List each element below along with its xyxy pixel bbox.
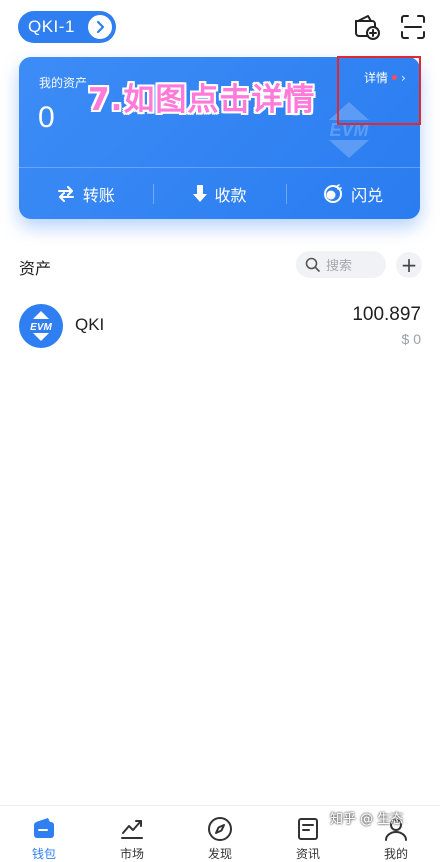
swap-icon	[324, 183, 343, 203]
nav-item-market[interactable]: 市场	[88, 806, 176, 862]
nav-label-profile: 我的	[383, 847, 408, 861]
search-placeholder: 搜索	[326, 259, 353, 274]
annotation-text: 7.如图点击详情	[88, 82, 316, 118]
card-actions: 转账 收款 闪兑	[19, 168, 420, 219]
nav-item-wallet[interactable]: 钱包	[0, 806, 88, 862]
scan-icon[interactable]	[398, 12, 428, 42]
nav-label-wallet: 钱包	[31, 847, 56, 861]
chevron-right-icon	[88, 15, 112, 39]
evm-token-icon: EVM	[19, 304, 63, 348]
wallet-switcher[interactable]: QKI-1	[18, 11, 116, 43]
zhihu-watermark: 知乎 @ 生态	[330, 812, 404, 827]
add-asset-button[interactable]: +	[396, 252, 422, 278]
top-bar: QKI-1	[0, 0, 440, 56]
wallet-icon	[34, 818, 54, 838]
swap-button[interactable]: 闪兑	[286, 168, 420, 219]
assets-title: 资产	[19, 259, 52, 278]
transfer-label: 转账	[82, 185, 115, 205]
news-icon	[298, 818, 318, 840]
add-wallet-icon[interactable]	[352, 12, 382, 42]
asset-search-input[interactable]: 搜索	[296, 251, 386, 278]
annotation-highlight-box	[337, 56, 421, 125]
token-amount: 100.897	[352, 304, 421, 325]
token-fiat-value: $ 0	[401, 331, 421, 347]
nav-label-discover: 发现	[207, 847, 232, 861]
svg-text:EVM: EVM	[30, 322, 52, 333]
transfer-button[interactable]: 转账	[19, 168, 153, 219]
compass-icon	[208, 817, 232, 841]
token-row[interactable]: EVM QKI 100.897 $ 0	[0, 300, 440, 356]
total-assets-value: 0	[38, 101, 55, 134]
plus-icon: +	[400, 253, 418, 277]
receive-button[interactable]: 收款	[152, 168, 287, 219]
wallet-name: QKI-1	[28, 17, 75, 36]
receive-label: 收款	[214, 185, 247, 205]
nav-label-news: 资讯	[295, 847, 320, 861]
receive-icon	[192, 184, 207, 202]
token-name: QKI	[75, 315, 105, 334]
nav-label-market: 市场	[119, 847, 144, 861]
swap-label: 闪兑	[351, 185, 384, 205]
search-icon	[305, 257, 320, 272]
total-assets-label: 我的资产	[39, 76, 88, 90]
transfer-icon	[57, 185, 74, 202]
nav-item-discover[interactable]: 发现	[176, 806, 264, 862]
market-icon	[121, 820, 143, 839]
